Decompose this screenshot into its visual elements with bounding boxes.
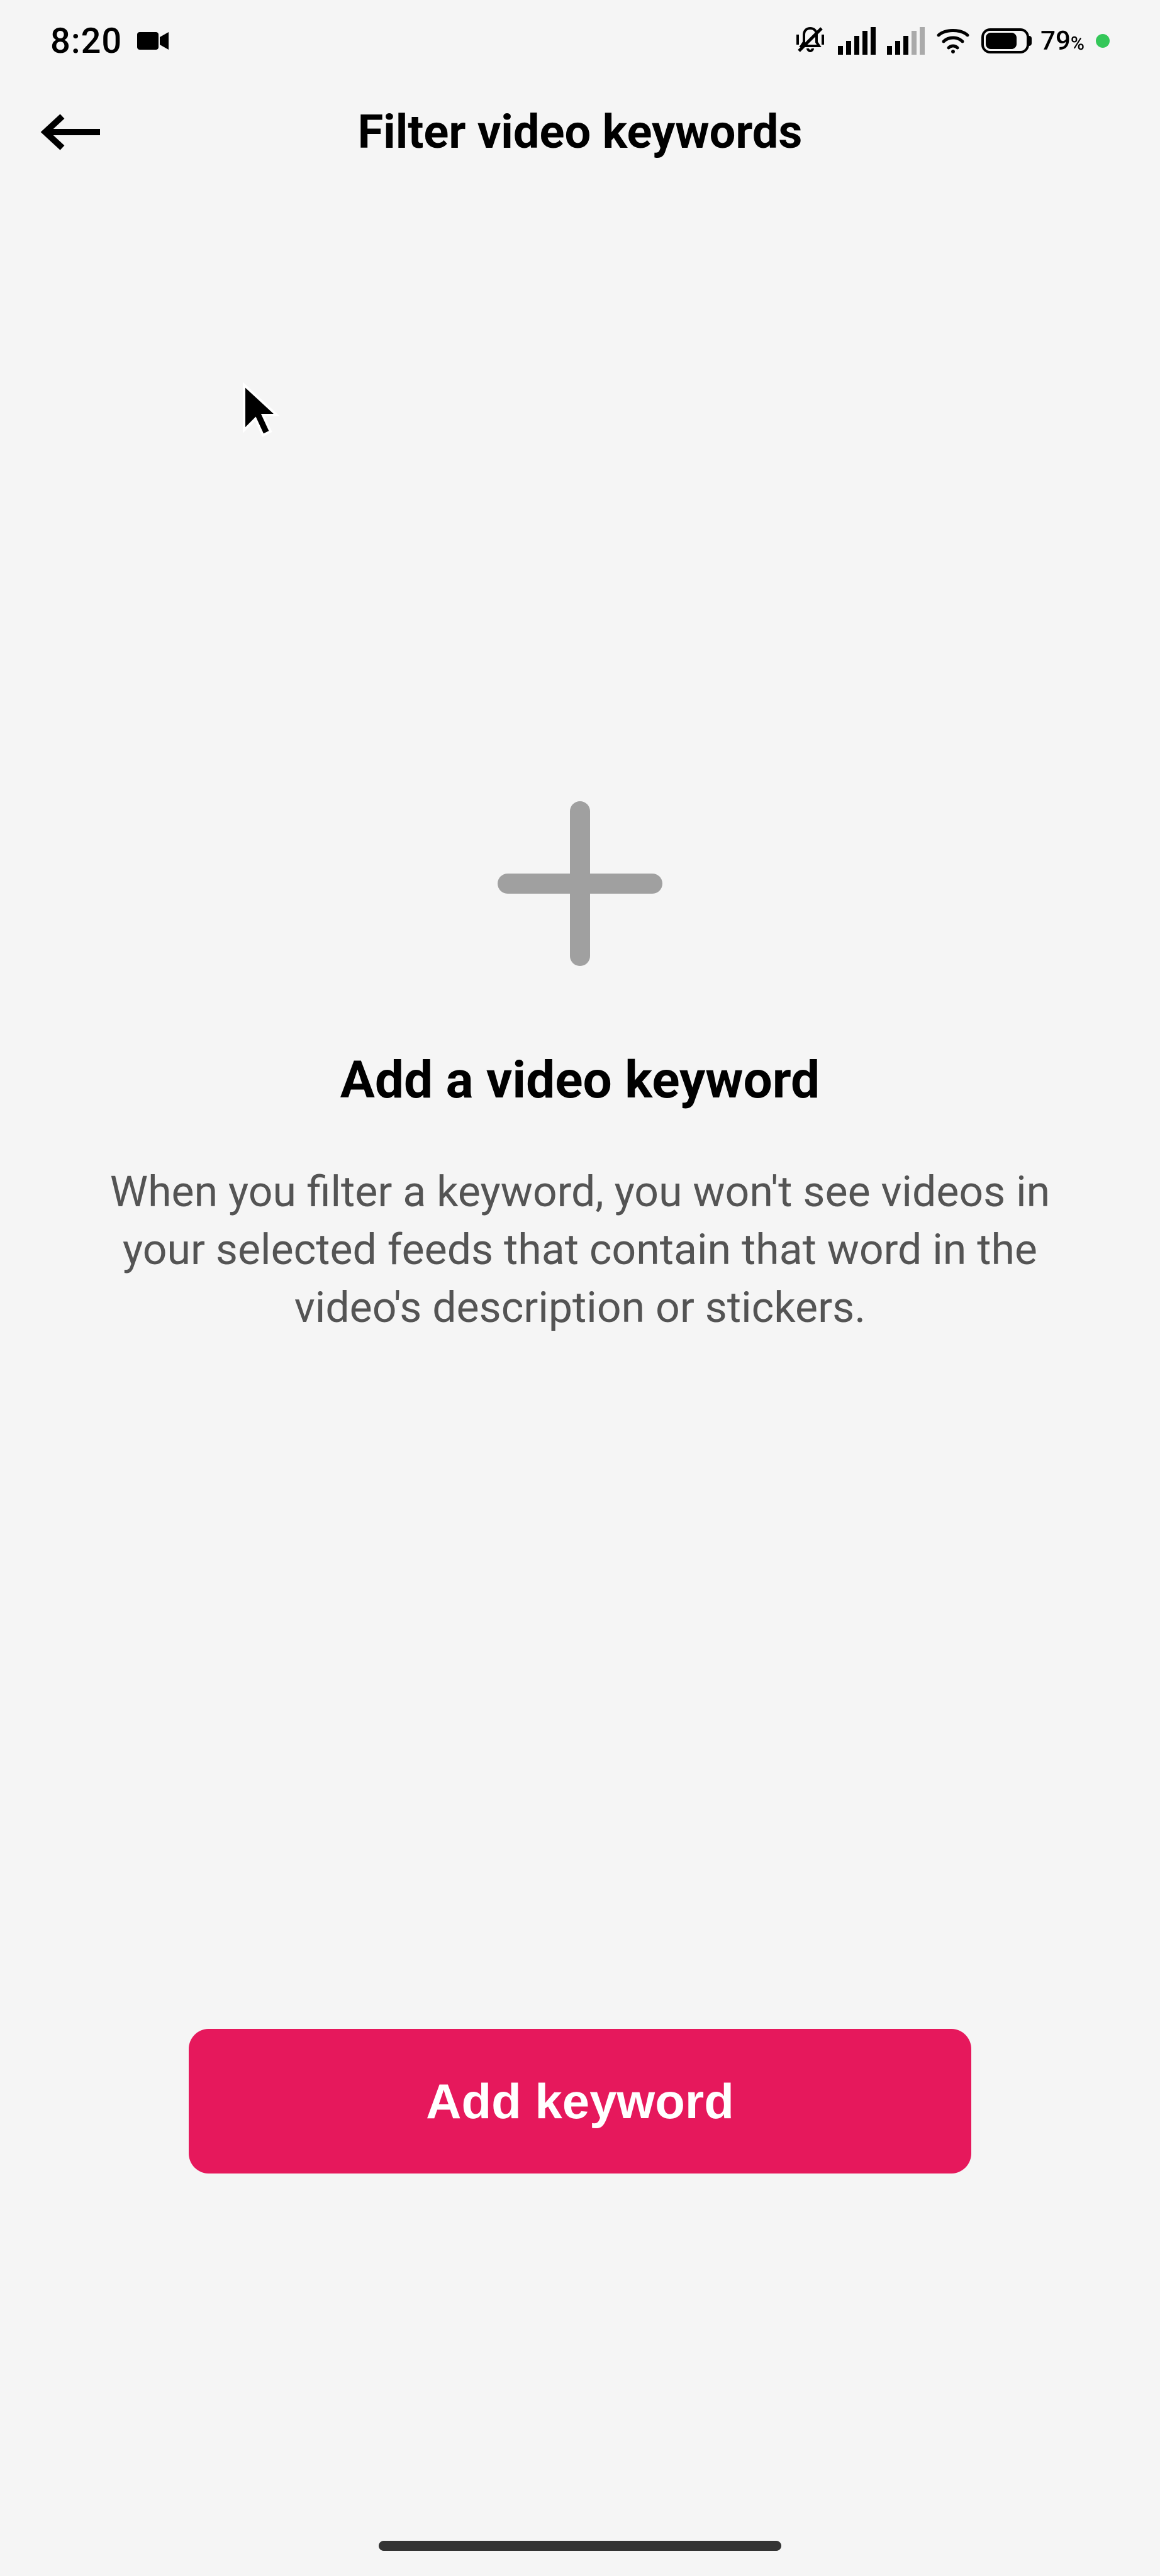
signal-strength-icon-1 <box>838 27 876 55</box>
status-bar: 8:20 <box>0 0 1160 82</box>
battery-icon <box>981 28 1029 53</box>
page-title: Filter video keywords <box>358 105 803 160</box>
empty-state: Add a video keyword When you filter a ke… <box>0 182 1160 2029</box>
home-indicator[interactable] <box>379 2541 781 2551</box>
plus-icon <box>495 799 665 969</box>
wifi-icon <box>936 23 970 59</box>
empty-state-title: Add a video keyword <box>340 1050 820 1111</box>
video-recording-icon <box>137 30 169 52</box>
back-button[interactable] <box>40 101 103 164</box>
status-time: 8:20 <box>50 20 122 62</box>
add-keyword-button[interactable]: Add keyword <box>189 2029 971 2174</box>
signal-strength-icon-2 <box>887 27 925 55</box>
battery-percent: 79% <box>1040 26 1085 57</box>
vibrate-muted-icon <box>794 23 827 58</box>
privacy-indicator-dot <box>1096 34 1110 48</box>
empty-state-description: When you filter a keyword, you won't see… <box>89 1163 1071 1336</box>
page-header: Filter video keywords <box>0 82 1160 182</box>
